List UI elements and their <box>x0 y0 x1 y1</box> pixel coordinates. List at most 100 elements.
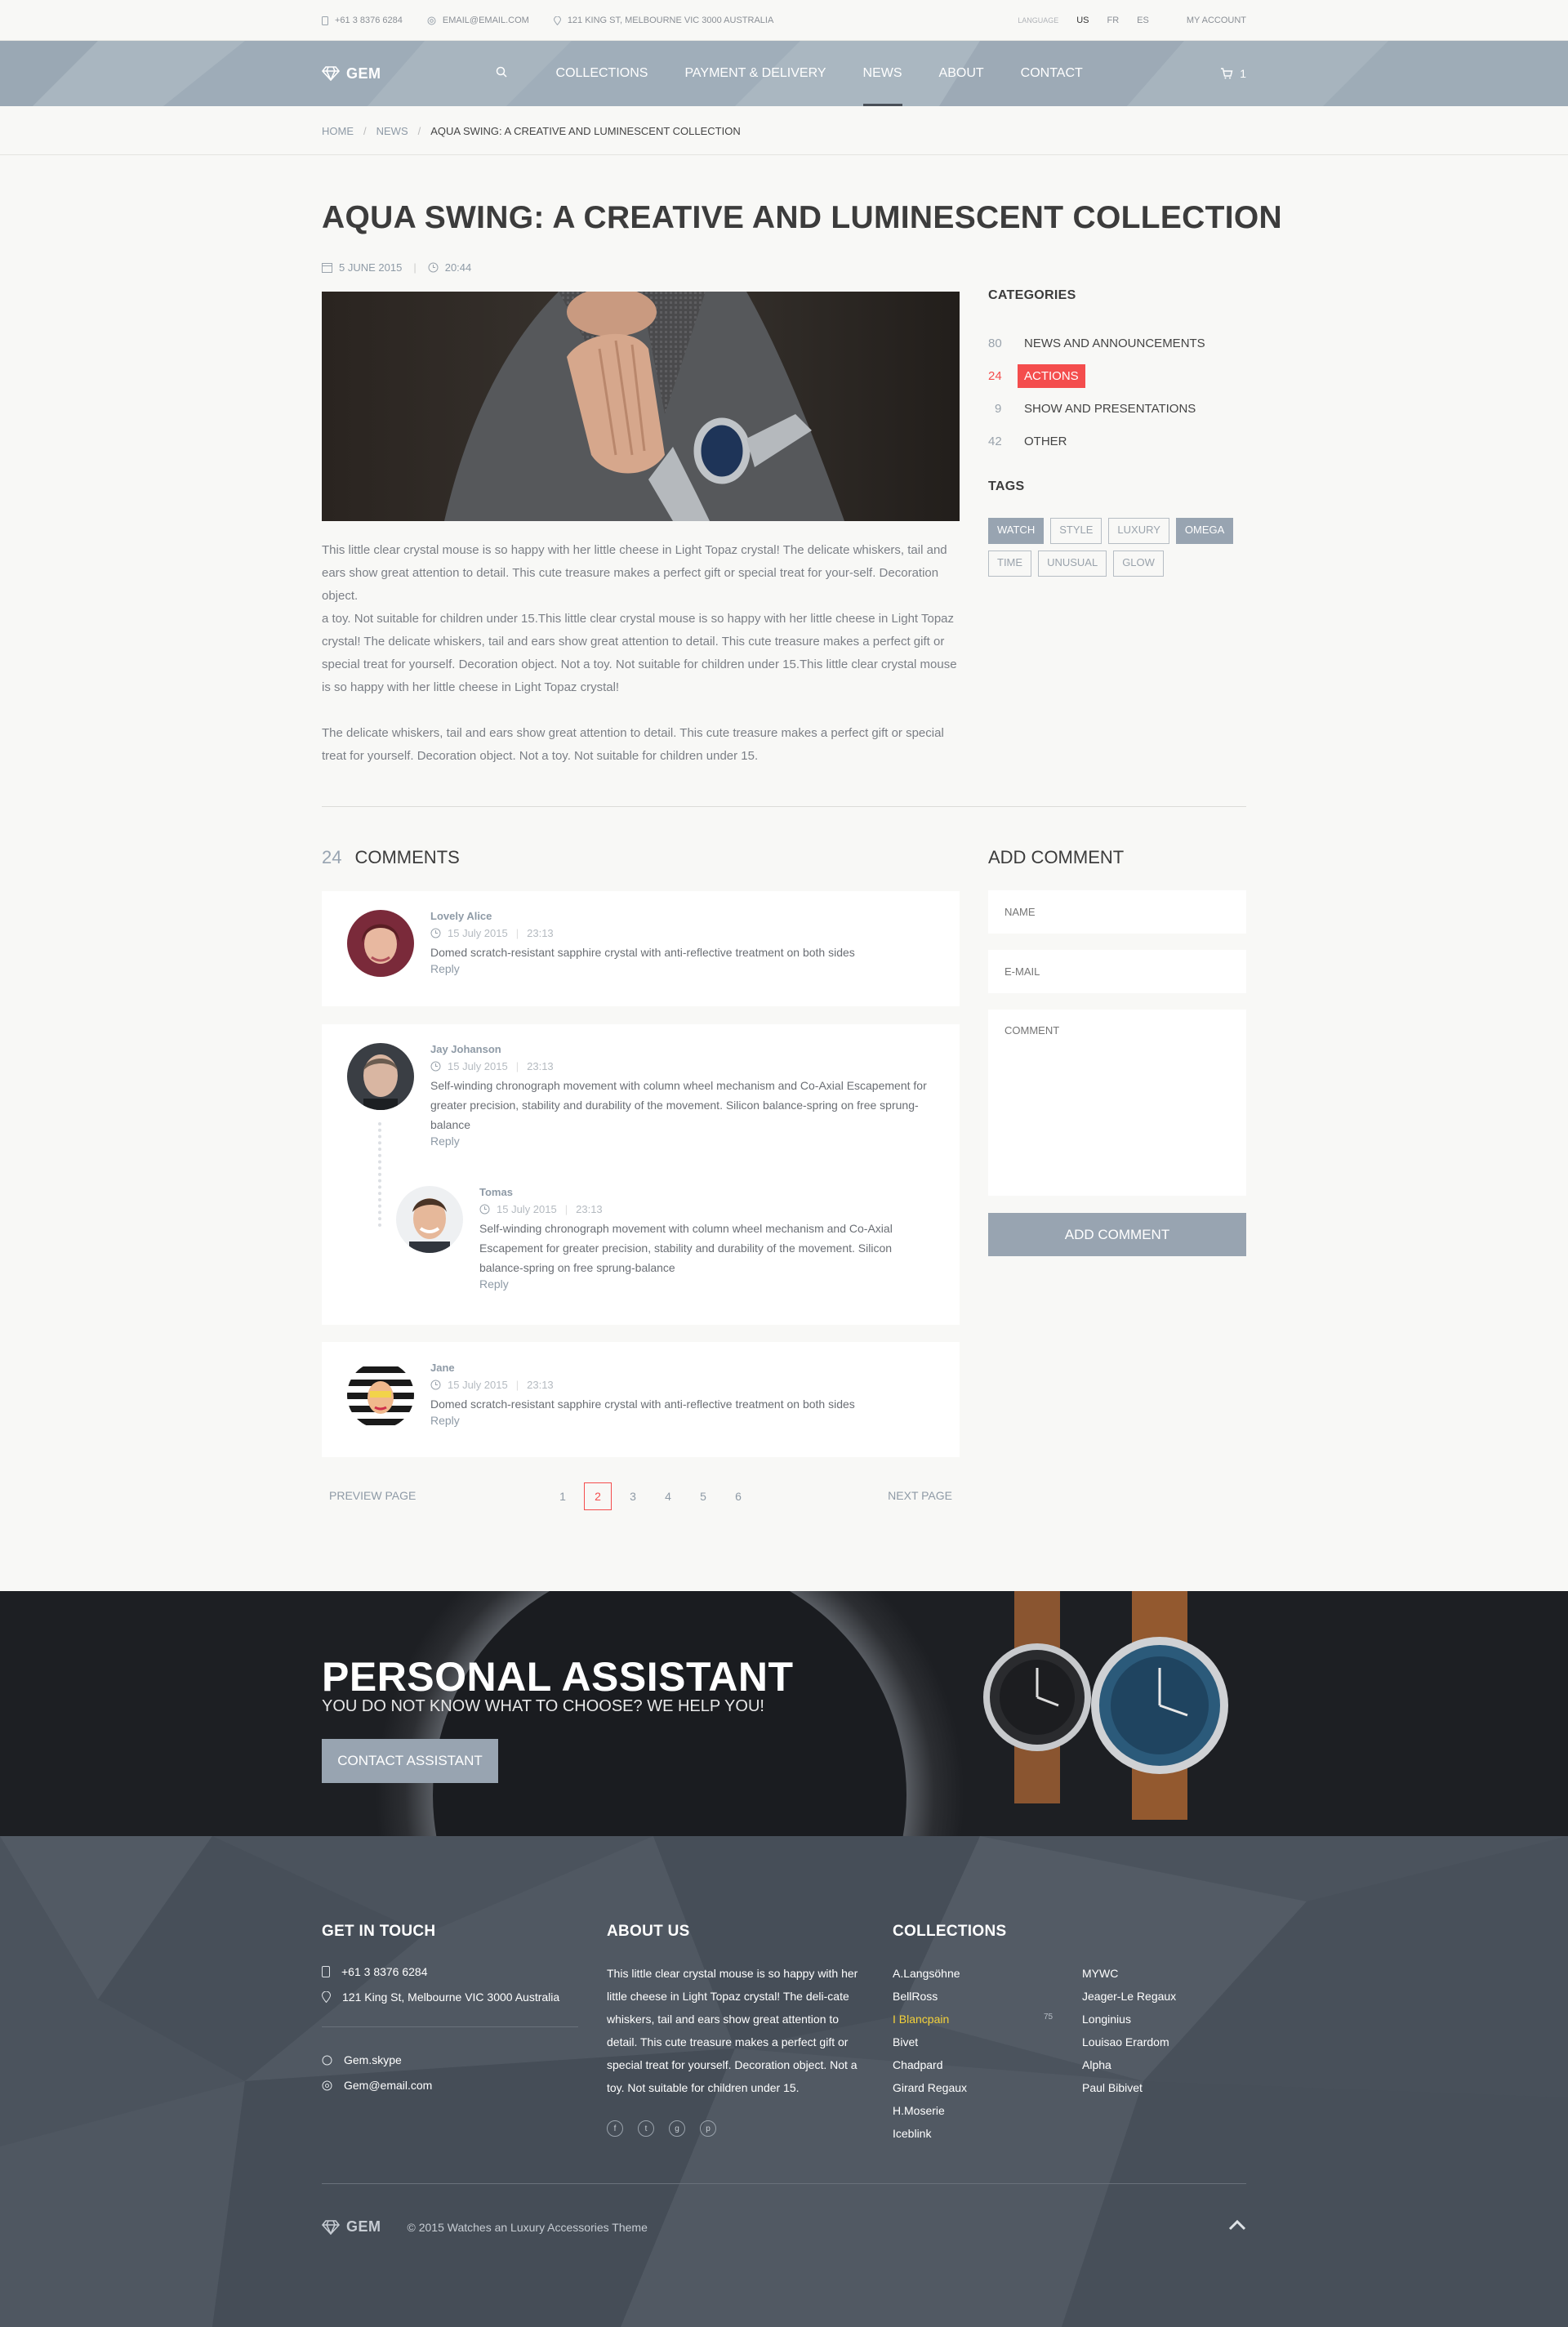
page-2[interactable]: 2 <box>584 1482 612 1510</box>
add-comment-button[interactable]: ADD COMMENT <box>988 1213 1246 1256</box>
reply-link[interactable]: Reply <box>479 1277 937 1291</box>
category-item[interactable]: 42 OTHER <box>988 425 1246 457</box>
twitter-icon[interactable]: t <box>638 2120 654 2137</box>
nav-collections[interactable]: COLLECTIONS <box>556 41 648 106</box>
breadcrumb-home[interactable]: HOME <box>322 125 354 137</box>
search-button[interactable] <box>496 66 507 82</box>
logo-text: GEM <box>346 65 381 82</box>
name-field[interactable] <box>988 890 1246 934</box>
tag-luxury[interactable]: LUXURY <box>1108 518 1169 544</box>
tag-time[interactable]: TIME <box>988 551 1032 577</box>
nav-about[interactable]: ABOUT <box>939 41 984 106</box>
email-field[interactable] <box>988 950 1246 993</box>
back-to-top-button[interactable] <box>1228 2219 1246 2235</box>
reply-link[interactable]: Reply <box>430 962 920 975</box>
comment-date-text: 15 July 2015 <box>497 1203 557 1215</box>
collection-link[interactable]: Iceblink <box>893 2122 967 2145</box>
category-item[interactable]: 9 SHOW AND PRESENTATIONS <box>988 392 1246 425</box>
page-3[interactable]: 3 <box>619 1482 647 1510</box>
tag-omega[interactable]: OMEGA <box>1175 518 1234 544</box>
banner-background <box>376 1591 1228 1836</box>
post-body: This little clear crystal mouse is so ha… <box>322 539 960 791</box>
tag-watch[interactable]: WATCH <box>988 518 1045 544</box>
page-4[interactable]: 4 <box>654 1482 682 1510</box>
page-5[interactable]: 5 <box>689 1482 717 1510</box>
collection-link[interactable]: Paul Bibivet <box>1082 2076 1176 2099</box>
tag-unusual[interactable]: UNUSUAL <box>1038 551 1107 577</box>
collection-link[interactable]: Longinius <box>1082 2008 1176 2031</box>
footer-email-text[interactable]: Gem@email.com <box>344 2079 432 2092</box>
category-label[interactable]: SHOW AND PRESENTATIONS <box>1024 402 1196 416</box>
collection-link[interactable]: H.Moserie <box>893 2099 967 2122</box>
footer-logo[interactable]: GEM <box>322 2218 381 2236</box>
about-us-title: ABOUT US <box>607 1923 690 1940</box>
diamond-icon <box>322 2219 340 2235</box>
tag-style[interactable]: STYLE <box>1050 518 1102 544</box>
collections-title: COLLECTIONS <box>893 1923 1007 1940</box>
lang-us[interactable]: US <box>1076 16 1089 25</box>
collection-link[interactable]: A.Langsöhne <box>893 1962 967 1985</box>
pinterest-icon[interactable]: p <box>700 2120 716 2137</box>
next-page-link[interactable]: NEXT PAGE <box>888 1489 952 1502</box>
collection-link-highlighted[interactable]: I Blancpain <box>893 2008 967 2031</box>
tags-list: WATCH STYLE LUXURY OMEGA TIME UNUSUAL GL… <box>988 518 1250 583</box>
collection-link[interactable]: Bivet <box>893 2031 967 2053</box>
comment-time: 23:13 <box>527 927 554 939</box>
category-label[interactable]: ACTIONS <box>1018 363 1085 388</box>
nav-contact[interactable]: CONTACT <box>1021 41 1083 106</box>
facebook-icon[interactable]: f <box>607 2120 623 2137</box>
comment-date-text: 15 July 2015 <box>448 927 508 939</box>
reply-link[interactable]: Reply <box>430 1135 937 1148</box>
comment-author: Jane <box>430 1362 455 1374</box>
my-account-link[interactable]: MY ACCOUNT <box>1187 16 1246 25</box>
prev-page-link[interactable]: PREVIEW PAGE <box>329 1489 416 1502</box>
comments-count: 24 <box>322 847 342 867</box>
category-label[interactable]: OTHER <box>1024 435 1067 448</box>
clock-icon <box>430 1061 441 1072</box>
google-icon[interactable]: g <box>669 2120 685 2137</box>
collection-link[interactable]: Louisao Erardom <box>1082 2031 1176 2053</box>
breadcrumb-news[interactable]: NEWS <box>376 125 408 137</box>
collection-link[interactable]: Jeager-Le Regaux <box>1082 1985 1176 2008</box>
category-item-active[interactable]: 24 ACTIONS <box>988 359 1246 392</box>
footer-divider <box>322 2183 1246 2184</box>
collection-link[interactable]: Chadpard <box>893 2053 967 2076</box>
footer-divider <box>322 2026 578 2027</box>
tag-glow[interactable]: GLOW <box>1113 551 1164 577</box>
contact-assistant-button[interactable]: CONTACT ASSISTANT <box>322 1739 498 1783</box>
footer-skype[interactable]: Gem.skype <box>322 2053 402 2066</box>
page-6[interactable]: 6 <box>724 1482 752 1510</box>
collection-link[interactable]: BellRoss <box>893 1985 967 2008</box>
email-text[interactable]: EMAIL@EMAIL.COM <box>443 16 529 25</box>
footer-logo-text: GEM <box>346 2218 381 2235</box>
comment: Lovely Alice 15 July 2015 | 23:13 Domed sc… <box>347 910 920 977</box>
comment-text: Self-winding chronograph movement with c… <box>430 1079 927 1131</box>
collection-link[interactable]: MYWC <box>1082 1962 1176 1985</box>
copyright: © 2015 Watches an Luxury Accessories The… <box>407 2220 648 2234</box>
lang-fr[interactable]: FR <box>1107 16 1120 25</box>
post-date: 5 JUNE 2015 <box>339 261 403 274</box>
reply-link[interactable]: Reply <box>430 1414 920 1427</box>
category-label[interactable]: NEWS AND ANNOUNCEMENTS <box>1024 337 1205 350</box>
footer-email[interactable]: Gem@email.com <box>322 2079 432 2092</box>
footer-skype-text[interactable]: Gem.skype <box>344 2053 402 2066</box>
category-item[interactable]: 80 NEWS AND ANNOUNCEMENTS <box>988 327 1246 359</box>
category-count: 9 <box>995 401 1002 416</box>
lang-es[interactable]: ES <box>1137 16 1149 25</box>
header-logo[interactable]: GEM <box>322 65 381 82</box>
cart-button[interactable]: 1 <box>1220 67 1246 80</box>
chevron-up-icon <box>1228 2219 1246 2231</box>
collection-highlight-label[interactable]: Blancpain <box>899 2013 950 2026</box>
breadcrumb-separator: / <box>417 124 421 137</box>
assistant-subtitle: YOU DO NOT KNOW WHAT TO CHOOSE? WE HELP … <box>322 1697 764 1715</box>
email-info[interactable]: EMAIL@EMAIL.COM <box>427 16 529 25</box>
collection-link[interactable]: Alpha <box>1082 2053 1176 2076</box>
comment-field[interactable] <box>988 1010 1246 1196</box>
nav-payment-delivery[interactable]: PAYMENT & DELIVERY <box>684 41 826 106</box>
breadcrumb: HOME / NEWS / AQUA SWING: A CREATIVE AND… <box>0 106 1568 155</box>
nav-news[interactable]: NEWS <box>862 41 902 106</box>
pin-icon <box>322 1991 331 2003</box>
page-1[interactable]: 1 <box>549 1482 577 1510</box>
collection-link[interactable]: Girard Regaux <box>893 2076 967 2099</box>
clock-icon <box>428 262 439 273</box>
